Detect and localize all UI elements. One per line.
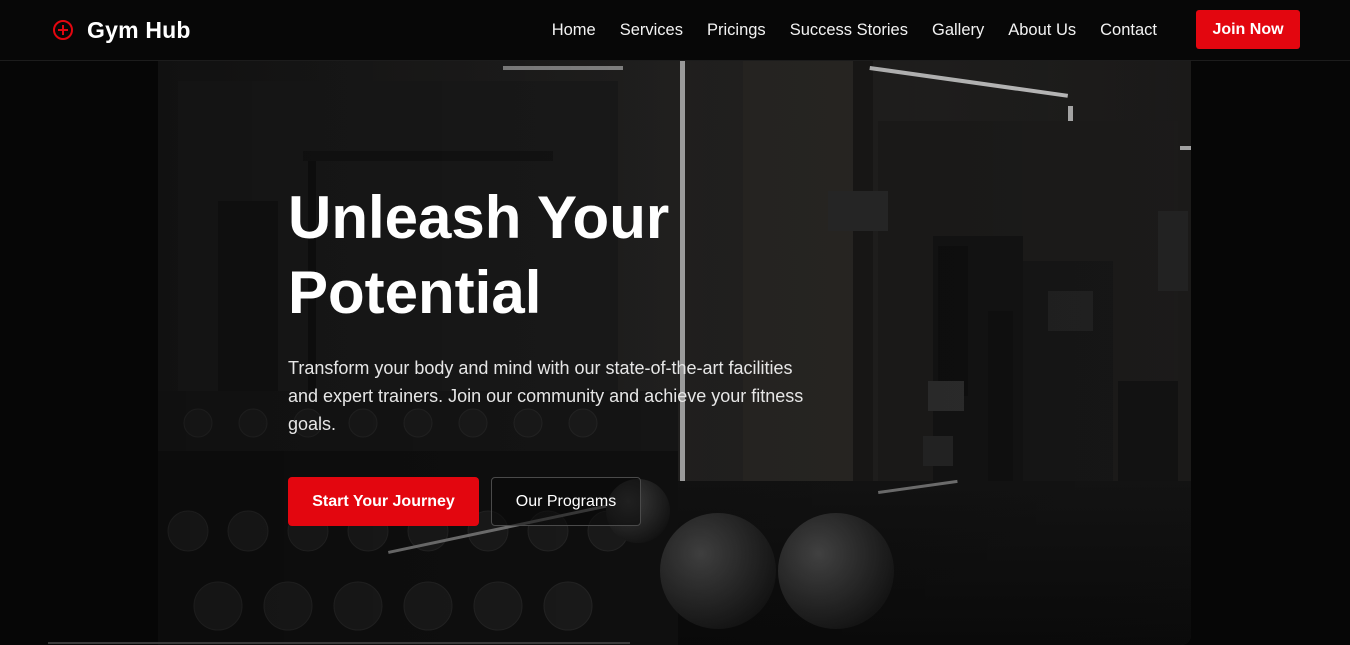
plus-circle-icon bbox=[52, 19, 74, 41]
brand-logo[interactable]: Gym Hub bbox=[52, 16, 191, 44]
page: Gym Hub Home Services Pricings Success S… bbox=[0, 0, 1350, 645]
hero-title: Unleash Your Potential bbox=[288, 184, 670, 326]
nav-link-services[interactable]: Services bbox=[620, 21, 683, 40]
navbar: Gym Hub Home Services Pricings Success S… bbox=[0, 0, 1350, 61]
start-your-journey-button[interactable]: Start Your Journey bbox=[288, 477, 479, 526]
nav-links: Home Services Pricings Success Stories G… bbox=[528, 0, 1157, 60]
hero-actions: Start Your Journey Our Programs bbox=[288, 477, 641, 526]
nav-link-gallery[interactable]: Gallery bbox=[932, 21, 984, 40]
join-now-button[interactable]: Join Now bbox=[1196, 10, 1300, 49]
nav-link-contact[interactable]: Contact bbox=[1100, 21, 1157, 40]
hero-description: Transform your body and mind with our st… bbox=[288, 358, 804, 434]
nav-link-pricings[interactable]: Pricings bbox=[707, 21, 766, 40]
hero-content: Unleash Your Potential Transform your bo… bbox=[288, 180, 828, 438]
scroll-indicator bbox=[48, 642, 630, 644]
our-programs-button[interactable]: Our Programs bbox=[491, 477, 641, 526]
nav-link-home[interactable]: Home bbox=[552, 21, 596, 40]
brand-name: Gym Hub bbox=[87, 16, 191, 43]
nav-link-about-us[interactable]: About Us bbox=[1008, 21, 1076, 40]
nav-link-success-stories[interactable]: Success Stories bbox=[790, 21, 908, 40]
